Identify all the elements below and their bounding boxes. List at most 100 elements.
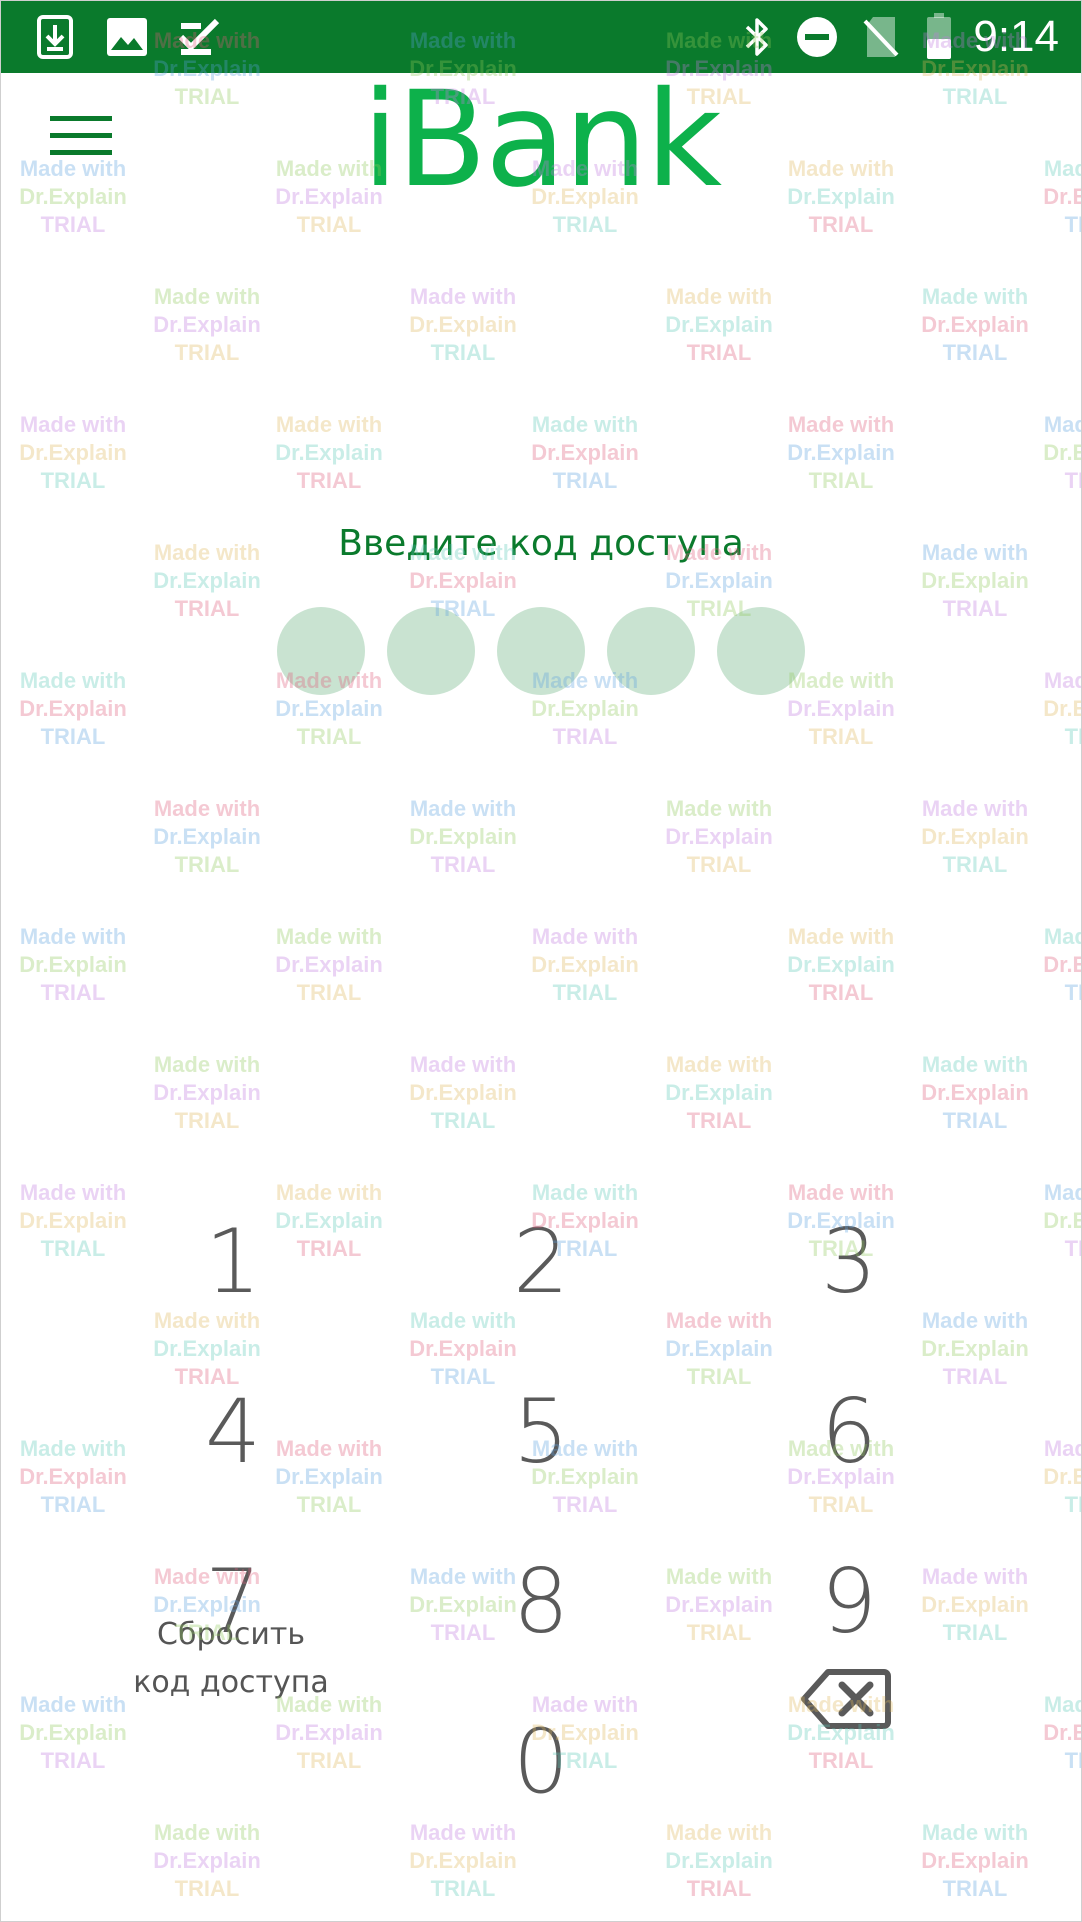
- watermark-text: Made with Dr.Explain TRIAL: [137, 795, 277, 879]
- watermark-line1: Made with: [409, 1052, 517, 1077]
- watermark-line1: Made with: [921, 1820, 1029, 1845]
- watermark-line2: Dr.Explain: [409, 1848, 517, 1873]
- key-2[interactable]: 2: [441, 1191, 641, 1331]
- watermark-line1: Made with: [665, 284, 773, 309]
- watermark-line2: Dr.Explain: [275, 952, 383, 977]
- watermark-line2: Dr.Explain: [531, 696, 639, 721]
- watermark-line2: Dr.Explain: [153, 312, 261, 337]
- watermark-line3: TRIAL: [296, 1748, 362, 1773]
- watermark-text: Made with Dr.Explain TRIAL: [393, 1819, 533, 1903]
- key-4[interactable]: 4: [133, 1361, 333, 1501]
- watermark-line1: Made with: [409, 1820, 517, 1845]
- watermark-line1: Made with: [409, 796, 517, 821]
- watermark-line2: Dr.Explain: [665, 1848, 773, 1873]
- watermark-line2: Dr.Explain: [921, 312, 1029, 337]
- key-0[interactable]: 0: [441, 1701, 641, 1821]
- watermark-line2: Dr.Explain: [19, 696, 127, 721]
- watermark-line1: Made with: [275, 412, 383, 437]
- watermark-line3: TRIAL: [808, 724, 874, 749]
- watermark-text: Made with Dr.Explain TRIAL: [905, 1819, 1045, 1903]
- watermark-line1: Made with: [787, 924, 895, 949]
- task-check-icon: [175, 13, 223, 61]
- watermark-line3: TRIAL: [430, 340, 496, 365]
- watermark-line2: Dr.Explain: [665, 312, 773, 337]
- watermark-line3: TRIAL: [1064, 212, 1081, 237]
- watermark-line3: TRIAL: [686, 340, 752, 365]
- watermark-line1: Made with: [1043, 924, 1081, 949]
- watermark-text: Made with Dr.Explain TRIAL: [515, 923, 655, 1007]
- passcode-dot: [277, 607, 365, 695]
- watermark-line3: TRIAL: [430, 1876, 496, 1901]
- watermark-line1: Made with: [275, 924, 383, 949]
- watermark-line2: Dr.Explain: [921, 1848, 1029, 1873]
- watermark-line1: Made with: [1043, 668, 1081, 693]
- watermark-line1: Made with: [153, 284, 261, 309]
- watermark-text: Made with Dr.Explain TRIAL: [393, 283, 533, 367]
- watermark-line3: TRIAL: [40, 724, 106, 749]
- watermark-line2: Dr.Explain: [787, 440, 895, 465]
- key-9[interactable]: 9: [749, 1531, 949, 1671]
- watermark-line2: Dr.Explain: [531, 952, 639, 977]
- passcode-dot: [387, 607, 475, 695]
- image-icon: [103, 13, 151, 61]
- watermark-line3: TRIAL: [174, 1876, 240, 1901]
- watermark-text: Made with Dr.Explain TRIAL: [137, 283, 277, 367]
- watermark-line3: TRIAL: [1064, 468, 1081, 493]
- watermark-text: Made with Dr.Explain TRIAL: [649, 795, 789, 879]
- watermark-line3: TRIAL: [808, 468, 874, 493]
- watermark-line2: Dr.Explain: [19, 440, 127, 465]
- watermark-line1: Made with: [19, 412, 127, 437]
- watermark-line1: Made with: [921, 1052, 1029, 1077]
- passcode-prompt: Введите код доступа: [338, 523, 744, 564]
- no-sim-icon: [857, 13, 905, 61]
- watermark-line1: Made with: [921, 796, 1029, 821]
- app-screen: 9:14 iBank Введите код доступа 1 2 3 4 5: [0, 0, 1082, 1922]
- watermark-line1: Made with: [1043, 412, 1081, 437]
- key-8[interactable]: 8: [441, 1531, 641, 1671]
- watermark-text: Made with Dr.Explain TRIAL: [1027, 923, 1081, 1007]
- watermark-line2: Dr.Explain: [409, 824, 517, 849]
- watermark-line2: Dr.Explain: [153, 824, 261, 849]
- watermark-line3: TRIAL: [430, 852, 496, 877]
- watermark-line1: Made with: [531, 412, 639, 437]
- watermark-line2: Dr.Explain: [153, 568, 261, 593]
- watermark-text: Made with Dr.Explain TRIAL: [393, 795, 533, 879]
- key-3[interactable]: 3: [749, 1191, 949, 1331]
- watermark-line3: TRIAL: [942, 1876, 1008, 1901]
- watermark-line1: Made with: [153, 796, 261, 821]
- watermark-line1: Made with: [665, 1052, 773, 1077]
- watermark-line1: Made with: [665, 1820, 773, 1845]
- watermark-line3: TRIAL: [40, 980, 106, 1005]
- key-1[interactable]: 1: [133, 1191, 333, 1331]
- passcode-dot: [607, 607, 695, 695]
- watermark-text: Made with Dr.Explain TRIAL: [259, 923, 399, 1007]
- watermark-line3: TRIAL: [686, 852, 752, 877]
- watermark-line3: TRIAL: [942, 340, 1008, 365]
- watermark-line1: Made with: [19, 668, 127, 693]
- passcode-dot: [497, 607, 585, 695]
- watermark-line1: Made with: [665, 796, 773, 821]
- watermark-line2: Dr.Explain: [153, 1848, 261, 1873]
- watermark-line2: Dr.Explain: [787, 952, 895, 977]
- watermark-line1: Made with: [153, 1052, 261, 1077]
- backspace-button[interactable]: [791, 1661, 901, 1741]
- watermark-line1: Made with: [153, 1820, 261, 1845]
- watermark-line3: TRIAL: [40, 468, 106, 493]
- watermark-line3: TRIAL: [1064, 1748, 1081, 1773]
- watermark-line3: TRIAL: [296, 468, 362, 493]
- key-6[interactable]: 6: [749, 1361, 949, 1501]
- watermark-text: Made with Dr.Explain TRIAL: [771, 411, 911, 495]
- watermark-text: Made with Dr.Explain TRIAL: [649, 1819, 789, 1903]
- watermark-line3: TRIAL: [552, 468, 618, 493]
- watermark-line2: Dr.Explain: [665, 568, 773, 593]
- watermark-text: Made with Dr.Explain TRIAL: [3, 411, 143, 495]
- watermark-text: Made with Dr.Explain TRIAL: [649, 283, 789, 367]
- key-5[interactable]: 5: [441, 1361, 641, 1501]
- watermark-line2: Dr.Explain: [409, 312, 517, 337]
- reset-passcode-button[interactable]: Сбросить код доступа: [111, 1611, 351, 1731]
- app-title: iBank: [361, 63, 722, 217]
- watermark-text: Made with Dr.Explain TRIAL: [3, 923, 143, 1007]
- watermark-text: Made with Dr.Explain TRIAL: [259, 411, 399, 495]
- watermark-line3: TRIAL: [296, 724, 362, 749]
- watermark-line3: TRIAL: [942, 852, 1008, 877]
